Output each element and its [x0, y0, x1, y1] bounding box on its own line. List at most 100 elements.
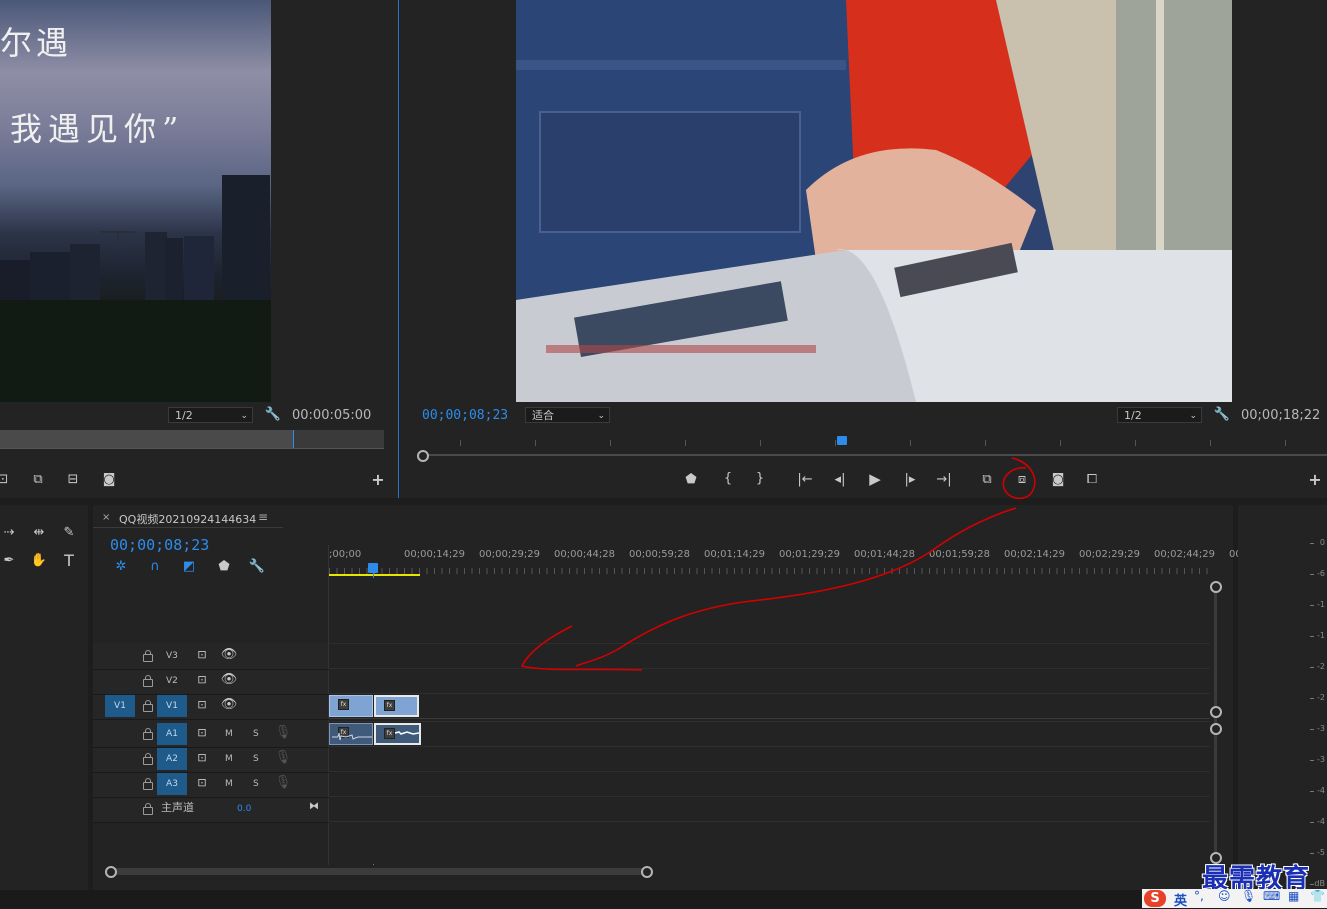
sync-lock-icon[interactable]: ⊡	[193, 697, 211, 713]
ripple-edit-tool-icon[interactable]: ⇹	[30, 525, 48, 541]
sync-lock-icon[interactable]: ⊡	[193, 647, 211, 663]
compare-view-icon[interactable]: ⧠	[1083, 472, 1101, 488]
source-scrub-bar[interactable]	[0, 430, 384, 449]
track-label-v2[interactable]: V2	[166, 670, 178, 692]
step-back-icon[interactable]: ◂|	[831, 472, 849, 488]
mute-button[interactable]: M	[225, 773, 233, 795]
scroll-handle-left[interactable]	[417, 450, 429, 462]
video-clip-2[interactable]: fx	[374, 695, 419, 717]
ime-toolbar[interactable]: S 英 °, ☺ 🎙 ⌨ ▦ 👕	[1142, 889, 1327, 909]
track-label-a1[interactable]: A1	[157, 723, 187, 745]
work-area-bar[interactable]	[329, 574, 420, 576]
camera-icon[interactable]: ◙	[100, 472, 118, 488]
source-patch-v1[interactable]: V1	[105, 695, 135, 717]
program-playhead[interactable]	[837, 436, 847, 445]
video-clip-1[interactable]: fx	[329, 695, 373, 717]
ruler-label: 00;00;59;28	[629, 549, 691, 560]
eye-icon[interactable]: 👁	[220, 672, 238, 688]
lock-icon[interactable]	[143, 753, 153, 765]
mic-icon[interactable]: 🎙	[274, 725, 292, 741]
close-tab-icon[interactable]: ×	[102, 512, 110, 523]
mute-button[interactable]: M	[225, 723, 233, 745]
play-icon[interactable]: ▶	[866, 471, 884, 487]
timeline-settings-wrench-icon[interactable]: 🔧	[248, 559, 266, 575]
eye-icon[interactable]: 👁	[220, 697, 238, 713]
scroll-handle-mid[interactable]	[1210, 706, 1222, 718]
program-mini-ruler[interactable]	[416, 436, 1327, 450]
ime-skin-icon[interactable]: 👕	[1310, 889, 1325, 903]
ime-voice-icon[interactable]: 🎙	[1241, 889, 1256, 903]
lock-icon[interactable]	[143, 803, 153, 815]
lock-icon[interactable]	[143, 675, 153, 687]
track-label-v1[interactable]: V1	[157, 695, 187, 717]
mute-button[interactable]: M	[225, 748, 233, 770]
ime-language-label[interactable]: 英	[1174, 890, 1187, 909]
hand-tool-icon[interactable]: ✋	[30, 553, 48, 569]
track-label-v3[interactable]: V3	[166, 645, 178, 667]
razor-tool-icon[interactable]: ✎	[60, 525, 78, 541]
go-to-next-keyframe-icon[interactable]: ⧓	[305, 799, 323, 815]
type-tool-icon[interactable]: T	[60, 553, 78, 569]
snap-icon[interactable]: ∩	[146, 559, 164, 575]
track-label-a3[interactable]: A3	[157, 773, 187, 795]
master-volume-value[interactable]: 0.0	[237, 798, 251, 820]
tab-menu-icon[interactable]: ≡	[258, 510, 268, 524]
add-marker-icon[interactable]: ⬟	[682, 472, 700, 488]
sequence-tab-name[interactable]: QQ视频20210924144634	[119, 511, 256, 527]
mic-icon[interactable]: 🎙	[274, 750, 292, 766]
eye-icon[interactable]: 👁	[220, 647, 238, 663]
overwrite-clip-icon[interactable]: ⊟	[64, 472, 82, 488]
nest-sequence-icon[interactable]: ✲	[112, 559, 130, 575]
go-to-out-icon[interactable]: →|	[935, 472, 953, 488]
scroll-handle-audio[interactable]	[1210, 723, 1222, 735]
solo-button[interactable]: S	[253, 773, 259, 795]
camera-icon[interactable]: ◙	[1049, 472, 1067, 488]
add-marker-icon[interactable]: ⬟	[215, 559, 233, 575]
lock-icon[interactable]	[143, 728, 153, 740]
ime-punctuation-icon[interactable]: °,	[1194, 889, 1204, 903]
track-label-a2[interactable]: A2	[157, 748, 187, 770]
mic-icon[interactable]: 🎙	[274, 775, 292, 791]
lock-icon[interactable]	[143, 700, 153, 712]
step-forward-icon[interactable]: |▸	[901, 472, 919, 488]
program-zoom-scrollbar[interactable]	[418, 454, 1327, 456]
program-current-timecode[interactable]: 00;00;08;23	[422, 408, 508, 423]
mark-out-icon[interactable]: }	[751, 471, 769, 487]
wrench-icon[interactable]: 🔧	[1213, 407, 1231, 423]
sync-lock-icon[interactable]: ⊡	[193, 672, 211, 688]
add-button-icon[interactable]: +	[369, 472, 387, 488]
audio-waveform	[332, 732, 372, 741]
solo-button[interactable]: S	[253, 748, 259, 770]
fit-dropdown[interactable]: 适合 ⌄	[525, 407, 610, 423]
timeline-playhead-timecode[interactable]: 00;00;08;23	[110, 536, 209, 554]
hscroll-handle-left[interactable]	[105, 866, 117, 878]
go-to-in-icon[interactable]: |←	[796, 472, 814, 488]
lock-icon[interactable]	[143, 650, 153, 662]
solo-button[interactable]: S	[253, 723, 259, 745]
wrench-icon[interactable]: 🔧	[264, 407, 282, 423]
mark-in-icon[interactable]: {	[719, 471, 737, 487]
ime-toolbox-icon[interactable]: ▦	[1288, 889, 1299, 903]
insert-clip-icon[interactable]: ⧉	[29, 472, 47, 488]
sync-lock-icon[interactable]: ⊡	[193, 725, 211, 741]
source-zoom-dropdown[interactable]: 1/2 ⌄	[168, 407, 253, 423]
pen-tool-icon[interactable]: ✒	[0, 553, 18, 569]
timeline-playhead-handle[interactable]	[368, 563, 378, 573]
timeline-horizontal-scrollbar[interactable]	[110, 868, 647, 875]
hscroll-handle-right[interactable]	[641, 866, 653, 878]
audio-clip-2[interactable]: fx	[374, 723, 421, 745]
ime-keyboard-icon[interactable]: ⌨	[1263, 889, 1280, 903]
scroll-handle-top[interactable]	[1210, 581, 1222, 593]
ime-emoji-icon[interactable]: ☺	[1218, 889, 1231, 903]
add-button-icon[interactable]: +	[1306, 472, 1324, 488]
audio-clip-1[interactable]: fx	[329, 723, 373, 745]
sync-lock-icon[interactable]: ⊡	[193, 775, 211, 791]
extract-icon[interactable]: ⧈	[1013, 472, 1031, 488]
program-zoom-dropdown[interactable]: 1/2 ⌄	[1117, 407, 1202, 423]
insert-icon[interactable]: ⊡	[0, 472, 12, 488]
selection-tool-icon[interactable]: ⇢	[0, 525, 18, 541]
linked-selection-icon[interactable]: ◩	[180, 559, 198, 575]
lift-icon[interactable]: ⧉	[978, 472, 996, 488]
sync-lock-icon[interactable]: ⊡	[193, 750, 211, 766]
lock-icon[interactable]	[143, 778, 153, 790]
